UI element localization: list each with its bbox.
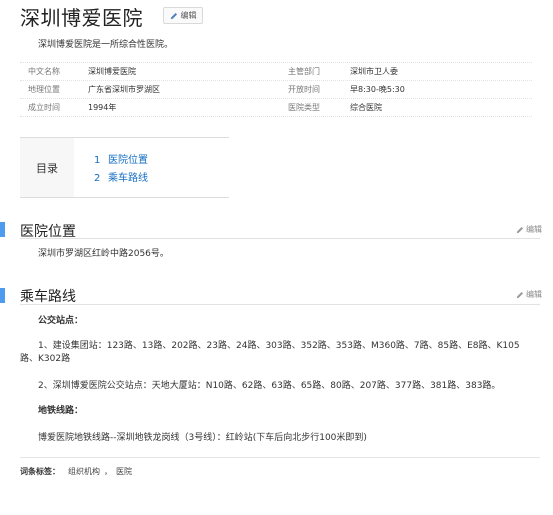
bus-route-2: 2、深圳博爱医院公交站点：天地大厦站：N10路、62路、63路、65路、80路、… [38,381,501,391]
info-value: 综合医院 [350,103,382,112]
section-accent-bar [0,288,5,303]
bus-route-1: 1、建设集团站：123路、13路、202路、23路、24路、303路、352路、… [20,341,520,364]
toc-list: 1 医院位置 2 乘车路线 [74,138,229,197]
pencil-icon [516,291,524,298]
info-value: 广东省深圳市罗湖区 [88,85,160,94]
info-row: 成立时间 1994年 医院类型 综合医院 [20,99,532,117]
section-edit-link[interactable]: 编辑 [516,224,542,235]
basic-info-table: 中文名称 深圳博爱医院 主管部门 深圳市卫人委 地理位置 广东省深圳市罗湖区 开… [20,62,532,117]
section-accent-bar [0,222,5,237]
table-of-contents: 目录 1 医院位置 2 乘车路线 [20,137,229,198]
bus-heading: 公交站点： [38,316,84,326]
info-label: 主管部门 [288,67,320,76]
section-divider [20,304,540,305]
info-row: 地理位置 广东省深圳市罗湖区 开放时间 早8:30-晚5:30 [20,81,532,99]
toc-item-label: 乘车路线 [108,173,148,184]
section-divider [20,238,540,239]
location-text: 深圳市罗湖区红岭中路2056号。 [38,249,169,259]
info-value: 早8:30-晚5:30 [350,85,405,94]
tags-divider [20,457,540,458]
tag-link[interactable]: 组织机构 [68,467,100,476]
tag-link[interactable]: 医院 [116,467,132,476]
info-label: 开放时间 [288,85,320,94]
section-edit-link[interactable]: 编辑 [516,289,542,300]
section-edit-label: 编辑 [526,290,542,299]
toc-item-location[interactable]: 1 医院位置 [94,151,148,166]
toc-item-number: 2 [94,173,101,184]
pencil-icon [170,12,177,19]
info-value: 深圳博爱医院 [88,67,136,76]
info-label: 中文名称 [28,67,60,76]
info-label: 成立时间 [28,103,60,112]
info-label: 医院类型 [288,103,320,112]
pencil-icon [516,226,524,233]
info-value: 深圳市卫人委 [350,67,398,76]
summary-text: 深圳博爱医院是一所综合性医院。 [38,40,174,50]
metro-text: 博爱医院地铁线路--深圳地铁龙岗线（3号线）：红岭站(下车后向北步行100米即到… [38,433,367,443]
edit-button-label: 编辑 [180,11,197,20]
toc-item-number: 1 [94,155,101,166]
edit-button[interactable]: 编辑 [163,7,203,24]
tag-separator: ， [104,467,112,476]
info-label: 地理位置 [28,85,60,94]
section-edit-label: 编辑 [526,225,542,234]
section-title-transport: 乘车路线 [20,289,76,305]
toc-item-label: 医院位置 [108,155,148,166]
entry-tags: 词条标签： 组织机构 ， 医院 [20,466,136,477]
toc-heading: 目录 [20,138,75,197]
info-value: 1994年 [88,103,117,112]
metro-heading: 地铁线路： [38,406,84,416]
toc-item-transport[interactable]: 2 乘车路线 [94,169,148,184]
info-row: 中文名称 深圳博爱医院 主管部门 深圳市卫人委 [20,62,532,81]
tags-label: 词条标签： [20,467,60,476]
page-title: 深圳博爱医院 [20,6,143,30]
